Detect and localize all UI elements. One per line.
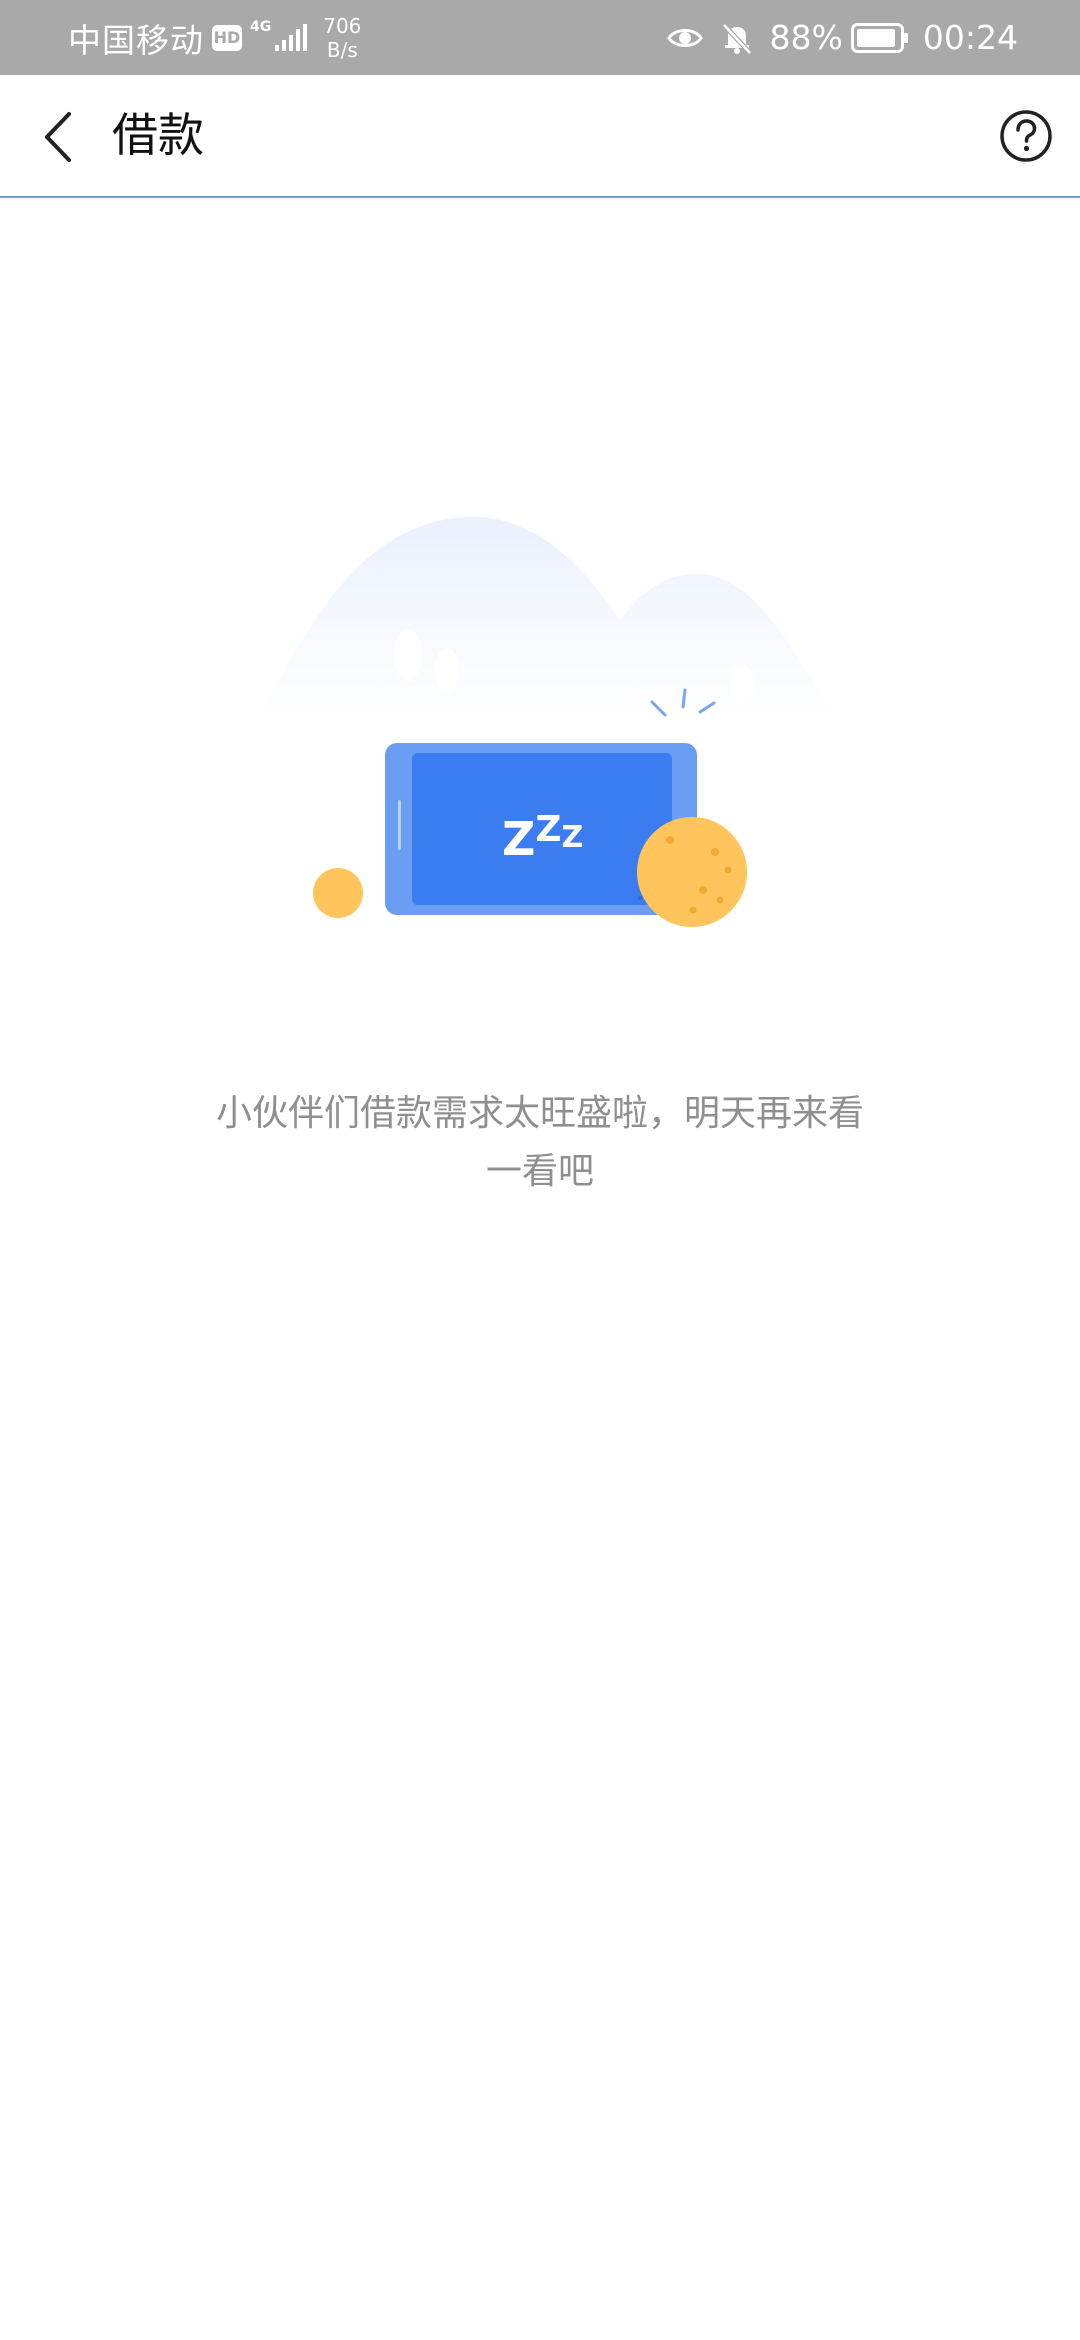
bell-off-icon	[721, 22, 752, 55]
sleep-z-letter: Z	[561, 820, 583, 855]
network-type: 4G	[250, 19, 272, 35]
network-speed: 706 B/s	[323, 14, 361, 62]
battery-icon	[850, 22, 908, 53]
empty-state-illustration: ZZZ	[255, 516, 835, 927]
hd-badge: HD	[212, 24, 242, 51]
speed-value: 706	[323, 13, 362, 38]
eye-icon	[666, 28, 703, 47]
sleep-z-letter: Z	[535, 809, 561, 850]
sleep-z-letter: Z	[502, 812, 535, 866]
coin-small	[313, 868, 363, 918]
app-header: 借款	[0, 75, 1080, 198]
empty-state-message: 小伙伴们借款需求太旺盛啦，明天再来看一看吧	[215, 1093, 864, 1192]
back-button[interactable]	[30, 107, 86, 167]
status-bar: 中国移动 HD 4G 706 B/s 88% 00:24	[0, 0, 1080, 75]
question-circle-icon[interactable]	[998, 108, 1054, 164]
status-time: 00:24	[922, 18, 1018, 57]
status-bar-right: 88% 00:24	[666, 0, 1018, 75]
chevron-left-icon	[45, 112, 71, 162]
battery-percent: 88%	[769, 18, 843, 57]
status-bar-left: 中国移动 HD 4G 706 B/s	[68, 0, 361, 75]
speed-unit: B/s	[326, 37, 358, 62]
coin-large	[637, 817, 747, 927]
signal-icon	[275, 23, 308, 51]
mountain-background	[255, 516, 835, 720]
carrier-name: 中国移动	[68, 20, 204, 60]
page-title: 借款	[112, 108, 204, 162]
